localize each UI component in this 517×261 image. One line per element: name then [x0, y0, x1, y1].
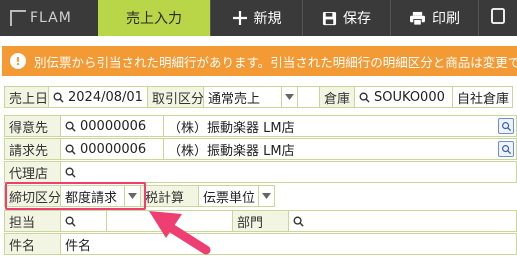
billing-row: 請求先 00000006 （株）振動楽器 LM店	[4, 138, 517, 160]
agent-row: 代理店	[4, 161, 517, 183]
agent-field[interactable]	[61, 161, 517, 183]
search-icon[interactable]	[293, 216, 304, 227]
document-icon	[491, 8, 505, 28]
subject-label: 件名	[4, 233, 61, 255]
new-button[interactable]: 新規	[210, 0, 302, 36]
subject-input[interactable]: 件名	[61, 233, 517, 255]
agent-label: 代理店	[4, 161, 61, 183]
search-icon[interactable]	[65, 216, 76, 227]
print-button[interactable]: 印刷	[390, 0, 478, 36]
warehouse-label: 倉庫	[320, 86, 355, 108]
trade-type-select[interactable]: 通常売上	[204, 86, 298, 108]
search-icon[interactable]	[359, 92, 370, 103]
printer-icon	[409, 11, 426, 26]
chevron-down-icon[interactable]	[258, 186, 274, 206]
new-button-label: 新規	[253, 11, 282, 27]
customer-name: （株）振動楽器 LM店	[168, 120, 295, 136]
chevron-down-icon[interactable]	[281, 87, 297, 107]
spacer-cell	[298, 86, 320, 108]
tab-sales-entry[interactable]: 売上入力	[98, 0, 210, 36]
search-icon[interactable]	[65, 144, 76, 155]
tax-calc-select[interactable]: 伝票単位	[199, 185, 275, 207]
tax-calc-label: 税計算	[141, 185, 199, 207]
warehouse-name: 自社倉庫	[453, 86, 513, 108]
customer-code-value: 00000006	[80, 118, 147, 134]
subject-row: 件名 件名	[4, 233, 517, 255]
staff-field[interactable]	[61, 210, 107, 232]
search-icon[interactable]	[53, 92, 64, 103]
warehouse-code-value: SOUKO000	[374, 89, 445, 105]
tax-calc-value: 伝票単位	[203, 190, 256, 206]
header-row: 売上日 2024/08/01 取引区分 通常売上 倉庫 SOUKO000 自社倉…	[4, 86, 517, 108]
trade-type-label: 取引区分	[148, 86, 204, 108]
staff-row: 担当 部門	[4, 210, 517, 232]
department-label: 部門	[233, 210, 289, 232]
billing-name-cell: （株）振動楽器 LM店	[164, 138, 517, 160]
customer-name-cell: （株）振動楽器 LM店	[164, 115, 517, 137]
customer-label: 得意先	[4, 115, 61, 137]
billing-code-field[interactable]: 00000006	[61, 138, 164, 160]
warning-text: 別伝票から引当された明細行があります。引当された明細行の明細区分と商品は変更でき	[34, 54, 517, 70]
app-logo: FLAM	[0, 0, 98, 36]
department-field[interactable]	[289, 210, 517, 232]
top-toolbar: FLAM 売上入力 新規 保存 印刷	[0, 0, 517, 36]
lookup-icon[interactable]	[498, 118, 514, 134]
customer-code-field[interactable]: 00000006	[61, 115, 164, 137]
floppy-disk-icon	[322, 11, 337, 26]
more-button[interactable]	[478, 0, 517, 36]
billing-label: 請求先	[4, 138, 61, 160]
lookup-icon[interactable]	[498, 141, 514, 157]
save-button-label: 保存	[343, 11, 371, 27]
billing-code-value: 00000006	[80, 141, 147, 157]
print-button-label: 印刷	[432, 11, 460, 27]
sales-date-value: 2024/08/01	[68, 89, 143, 105]
warning-icon: !	[10, 53, 26, 69]
staff-name	[107, 210, 233, 232]
logo-text: FLAM	[30, 10, 72, 26]
sales-date-label: 売上日	[4, 86, 49, 108]
billing-name: （株）振動楽器 LM店	[168, 143, 295, 159]
logo-mark-icon	[10, 10, 26, 26]
staff-label: 担当	[4, 210, 61, 232]
search-icon[interactable]	[65, 121, 76, 132]
warning-banner: ! 別伝票から引当された明細行があります。引当された明細行の明細区分と商品は変更…	[2, 46, 517, 76]
trade-type-value: 通常売上	[208, 91, 261, 107]
search-icon[interactable]	[65, 167, 76, 178]
warehouse-code-field[interactable]: SOUKO000	[355, 86, 453, 108]
plus-icon	[232, 10, 248, 26]
sales-date-field[interactable]: 2024/08/01	[49, 86, 148, 108]
save-button[interactable]: 保存	[302, 0, 390, 36]
highlight-box	[5, 182, 146, 210]
customer-row: 得意先 00000006 （株）振動楽器 LM店	[4, 115, 517, 137]
